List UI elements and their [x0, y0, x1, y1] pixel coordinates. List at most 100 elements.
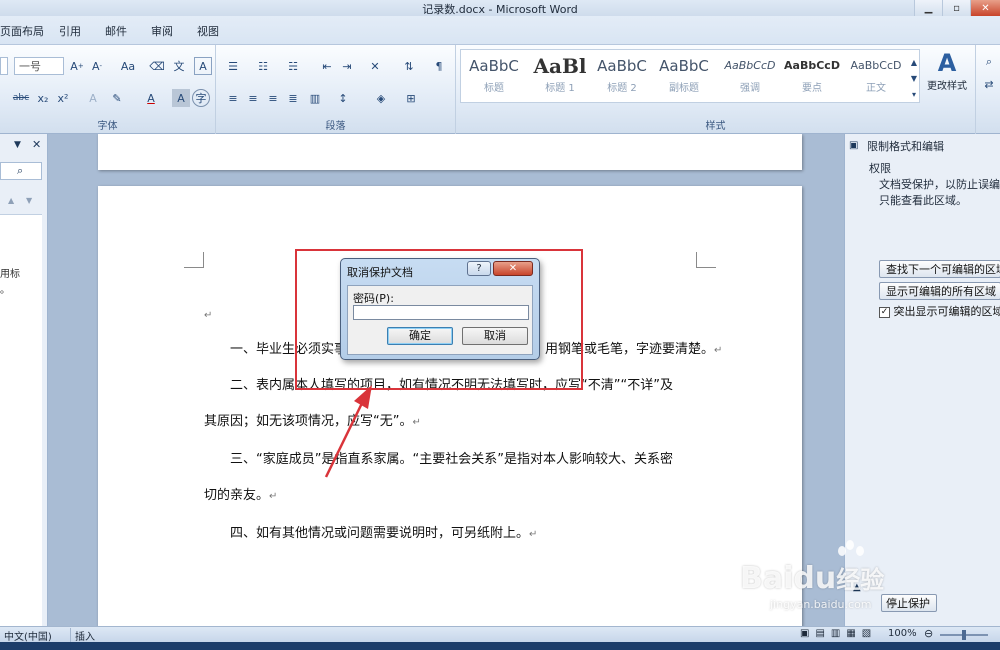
styles-group: AaBbC 标题 AaBl 标题 1 AaBbC 标题 2 AaBbC 副标题 … — [456, 45, 976, 134]
paragraph-4: 四、如有其他情况或问题需要说明时，可另纸附上。↵ — [230, 526, 538, 541]
increase-indent-icon[interactable]: ⇥ — [338, 57, 356, 75]
multilevel-list-icon[interactable]: ☵ — [284, 57, 302, 75]
search-icon: ⌕ — [17, 164, 24, 177]
show-all-editable-button[interactable]: 显示可编辑的所有区域 — [879, 282, 1000, 300]
tab-references[interactable]: 引用 — [59, 23, 81, 39]
insert-mode-status[interactable]: 插入 — [70, 628, 95, 643]
style-heading1[interactable]: AaBl 标题 1 — [528, 53, 592, 99]
borders-icon[interactable]: ⊞ — [402, 89, 420, 107]
crop-mark-right — [696, 252, 716, 268]
change-case-icon[interactable]: Aa — [116, 57, 140, 75]
enclose-char-icon[interactable]: 字 — [192, 89, 210, 107]
previous-page-bottom — [98, 134, 802, 170]
decrease-indent-icon[interactable]: ⇤ — [318, 57, 336, 75]
font-color-icon[interactable]: A — [142, 89, 160, 107]
bullets-icon[interactable]: ☰ — [224, 57, 242, 75]
style-subtitle[interactable]: AaBbC 副标题 — [652, 53, 716, 99]
pane-menu-icon[interactable]: ▼ — [14, 140, 21, 150]
unprotect-document-dialog: 取消保护文档 ? ✕ 密码(P): 确定 取消 — [340, 258, 540, 360]
superscript-icon[interactable]: x² — [54, 89, 72, 107]
show-marks-icon[interactable]: ¶ — [430, 57, 448, 75]
clear-format-icon[interactable]: ⌫ — [148, 57, 166, 75]
font-name-dropdown[interactable] — [0, 57, 8, 75]
status-bar: 中文(中国) 插入 ▣▤▥▦▧ 100% ⊖ — [0, 626, 1000, 643]
restore-button[interactable]: ▫ — [942, 0, 970, 16]
baidu-watermark: Baidu经验 jingyan.baidu.com — [740, 540, 920, 620]
font-group-label: 字体 — [97, 121, 118, 132]
font-group: 一号 A + A- Aa ⌫ 文 A abc x₂ x² A ✎ A A 字 字体 — [0, 45, 216, 134]
navigation-pane: ▼ ✕ ⌕ ▲ ▼ 用标 。 — [0, 134, 48, 626]
cancel-button[interactable]: 取消 — [462, 327, 528, 345]
checkbox-icon[interactable]: ✓ — [879, 306, 890, 318]
style-strong[interactable]: AaBbCcD 要点 — [780, 53, 844, 99]
tab-mailings[interactable]: 邮件 — [105, 23, 127, 39]
zoom-level[interactable]: 100% — [888, 628, 917, 639]
permissions-heading: 权限 — [869, 162, 891, 175]
align-right-icon[interactable]: ≡ — [264, 89, 282, 107]
strikethrough-icon[interactable]: abc — [10, 89, 32, 107]
crop-mark-left — [184, 252, 204, 268]
highlight-icon[interactable]: ✎ — [108, 89, 126, 107]
find-icon[interactable]: ⌕ — [980, 53, 998, 71]
numbering-icon[interactable]: ☷ — [254, 57, 272, 75]
watermark-url: jingyan.baidu.com — [770, 598, 872, 611]
empty-paragraph-mark: ↵ — [204, 310, 213, 321]
window-controls: ▁ ▫ ✕ — [914, 0, 1000, 16]
distributed-icon[interactable]: ▥ — [306, 89, 324, 107]
char-shading-icon[interactable]: A — [172, 89, 190, 107]
editing-group-partial: ⌕ ⇄ — [978, 53, 1000, 113]
dialog-help-button[interactable]: ? — [467, 261, 491, 276]
styles-group-label: 样式 — [705, 121, 726, 132]
style-normal[interactable]: AaBbCcD 正文 — [844, 53, 908, 99]
close-button[interactable]: ✕ — [970, 0, 1000, 16]
align-center-icon[interactable]: ≡ — [244, 89, 262, 107]
gallery-more-icon[interactable]: ▾ — [908, 85, 920, 103]
nav-up-icon[interactable]: ▲ — [8, 196, 14, 205]
dialog-body: 密码(P): 确定 取消 — [347, 285, 533, 355]
password-input[interactable] — [353, 305, 529, 320]
ok-button[interactable]: 确定 — [387, 327, 453, 345]
justify-icon[interactable]: ≣ — [284, 89, 302, 107]
nav-down-icon[interactable]: ▼ — [26, 196, 32, 205]
style-emphasis[interactable]: AaBbCcD 强调 — [718, 53, 782, 99]
language-status[interactable]: 中文(中国) — [4, 628, 52, 643]
subscript-icon[interactable]: x₂ — [34, 89, 52, 107]
paragraph-2-cont: 其原因；如无该项情况，应写“无”。↵ — [204, 414, 421, 429]
protection-desc-2: 只能查看此区域。 — [879, 194, 967, 207]
align-left-icon[interactable]: ≡ — [224, 89, 242, 107]
watermark-brand: Baidu经验 — [740, 561, 885, 596]
dialog-close-button[interactable]: ✕ — [493, 261, 533, 276]
paragraph-group: ☰ ☷ ☵ ⇤ ⇥ ✕ ⇅ ¶ ≡ ≡ ≡ ≣ ▥ ↕ ◈ ⊞ 段落 — [216, 45, 456, 134]
char-border-icon[interactable]: A — [194, 57, 212, 75]
red-arrow-annotation — [324, 385, 372, 478]
font-size-dropdown[interactable]: 一号 — [14, 57, 64, 75]
zoom-slider-handle[interactable] — [962, 630, 966, 640]
sort-icon[interactable]: ⇅ — [400, 57, 418, 75]
minimize-button[interactable]: ▁ — [914, 0, 942, 16]
ribbon: 一号 A + A- Aa ⌫ 文 A abc x₂ x² A ✎ A A 字 字体… — [0, 44, 1000, 134]
pane-title: 限制格式和编辑 — [867, 140, 944, 153]
tab-review[interactable]: 审阅 — [151, 23, 173, 39]
text-effects-icon[interactable]: A — [84, 89, 102, 107]
style-heading2[interactable]: AaBbC 标题 2 — [590, 53, 654, 99]
style-title[interactable]: AaBbC 标题 — [462, 53, 526, 99]
paw-icon — [836, 540, 866, 562]
taskbar — [0, 642, 1000, 650]
change-styles-icon: A — [937, 49, 957, 77]
replace-icon[interactable]: ⇄ — [980, 75, 998, 93]
shading-icon[interactable]: ◈ — [372, 89, 390, 107]
line-spacing-icon[interactable]: ↕ — [334, 89, 352, 107]
phonetic-guide-icon[interactable]: 文 — [170, 57, 188, 75]
change-styles-button[interactable]: A 更改样式 — [922, 49, 972, 109]
highlight-editable-checkbox[interactable]: ✓ 突出显示可编辑的区域 — [879, 303, 1000, 319]
tab-view[interactable]: 视图 — [197, 23, 219, 39]
find-next-editable-button[interactable]: 查找下一个可编辑的区域 — [879, 260, 1000, 278]
pane-close-icon[interactable]: ✕ — [32, 138, 41, 151]
tab-page-layout[interactable]: 页面布局 — [0, 23, 44, 39]
grow-font-icon[interactable]: A + — [68, 57, 86, 75]
shrink-font-icon[interactable]: A- — [88, 57, 106, 75]
view-buttons[interactable]: ▣▤▥▦▧ — [800, 628, 877, 639]
zoom-out-icon[interactable]: ⊖ — [924, 627, 933, 640]
chinese-layout-icon[interactable]: ✕ — [366, 57, 384, 75]
nav-search-input[interactable]: ⌕ — [0, 162, 42, 180]
